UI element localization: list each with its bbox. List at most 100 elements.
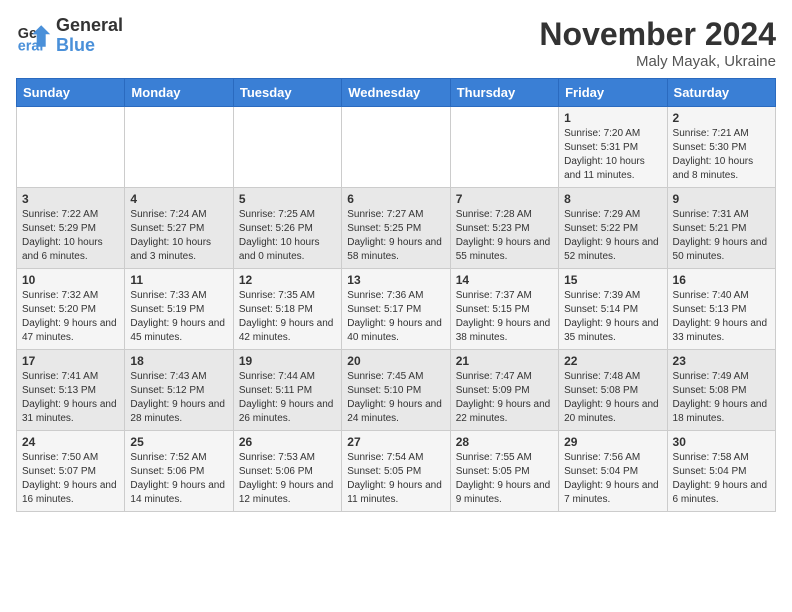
day-number: 20: [347, 354, 444, 368]
day-number: 21: [456, 354, 553, 368]
calendar-cell: 30 Sunrise: 7:58 AMSunset: 5:04 PMDayligh…: [667, 431, 775, 512]
calendar-cell: 6 Sunrise: 7:27 AMSunset: 5:25 PMDaylight…: [342, 188, 450, 269]
day-info: Sunrise: 7:35 AMSunset: 5:18 PMDaylight:…: [239, 289, 336, 345]
day-number: 27: [347, 435, 444, 449]
day-info: Sunrise: 7:41 AMSunset: 5:13 PMDaylight:…: [22, 370, 119, 426]
calendar-cell: [342, 107, 450, 188]
day-number: 2: [673, 111, 770, 125]
day-number: 22: [564, 354, 661, 368]
calendar-cell: 1 Sunrise: 7:20 AMSunset: 5:31 PMDaylight…: [559, 107, 667, 188]
day-number: 26: [239, 435, 336, 449]
month-title: November 2024: [539, 16, 776, 53]
calendar-cell: 27 Sunrise: 7:54 AMSunset: 5:05 PMDayligh…: [342, 431, 450, 512]
day-info: Sunrise: 7:56 AMSunset: 5:04 PMDaylight:…: [564, 451, 661, 507]
day-info: Sunrise: 7:22 AMSunset: 5:29 PMDaylight:…: [22, 208, 119, 264]
day-info: Sunrise: 7:20 AMSunset: 5:31 PMDaylight:…: [564, 127, 661, 183]
calendar-cell: [125, 107, 233, 188]
day-number: 9: [673, 192, 770, 206]
day-number: 13: [347, 273, 444, 287]
day-number: 19: [239, 354, 336, 368]
logo: Gen eral General Blue: [16, 16, 123, 56]
day-number: 8: [564, 192, 661, 206]
day-info: Sunrise: 7:21 AMSunset: 5:30 PMDaylight:…: [673, 127, 770, 183]
day-info: Sunrise: 7:32 AMSunset: 5:20 PMDaylight:…: [22, 289, 119, 345]
day-info: Sunrise: 7:54 AMSunset: 5:05 PMDaylight:…: [347, 451, 444, 507]
day-info: Sunrise: 7:55 AMSunset: 5:05 PMDaylight:…: [456, 451, 553, 507]
day-info: Sunrise: 7:47 AMSunset: 5:09 PMDaylight:…: [456, 370, 553, 426]
day-info: Sunrise: 7:45 AMSunset: 5:10 PMDaylight:…: [347, 370, 444, 426]
day-number: 15: [564, 273, 661, 287]
day-info: Sunrise: 7:44 AMSunset: 5:11 PMDaylight:…: [239, 370, 336, 426]
weekday-header-wednesday: Wednesday: [342, 79, 450, 107]
calendar-cell: 11 Sunrise: 7:33 AMSunset: 5:19 PMDayligh…: [125, 269, 233, 350]
calendar-cell: 29 Sunrise: 7:56 AMSunset: 5:04 PMDayligh…: [559, 431, 667, 512]
calendar-cell: 3Sunrise: 7:22 AMSunset: 5:29 PMDaylight…: [17, 188, 125, 269]
calendar-cell: 20 Sunrise: 7:45 AMSunset: 5:10 PMDayligh…: [342, 350, 450, 431]
title-block: November 2024 Maly Mayak, Ukraine: [539, 16, 776, 70]
day-info: Sunrise: 7:40 AMSunset: 5:13 PMDaylight:…: [673, 289, 770, 345]
day-number: 14: [456, 273, 553, 287]
calendar-cell: 13 Sunrise: 7:36 AMSunset: 5:17 PMDayligh…: [342, 269, 450, 350]
day-number: 5: [239, 192, 336, 206]
day-info: Sunrise: 7:39 AMSunset: 5:14 PMDaylight:…: [564, 289, 661, 345]
calendar-cell: 4 Sunrise: 7:24 AMSunset: 5:27 PMDaylight…: [125, 188, 233, 269]
calendar-cell: 22 Sunrise: 7:48 AMSunset: 5:08 PMDayligh…: [559, 350, 667, 431]
day-info: Sunrise: 7:37 AMSunset: 5:15 PMDaylight:…: [456, 289, 553, 345]
calendar-cell: 18 Sunrise: 7:43 AMSunset: 5:12 PMDayligh…: [125, 350, 233, 431]
page-header: Gen eral General Blue November 2024 Maly…: [16, 16, 776, 70]
weekday-header-tuesday: Tuesday: [233, 79, 341, 107]
day-info: Sunrise: 7:43 AMSunset: 5:12 PMDaylight:…: [130, 370, 227, 426]
logo-line2: Blue: [56, 36, 123, 56]
calendar-cell: 23 Sunrise: 7:49 AMSunset: 5:08 PMDayligh…: [667, 350, 775, 431]
day-info: Sunrise: 7:50 AMSunset: 5:07 PMDaylight:…: [22, 451, 119, 507]
calendar-cell: 25 Sunrise: 7:52 AMSunset: 5:06 PMDayligh…: [125, 431, 233, 512]
calendar-cell: 21 Sunrise: 7:47 AMSunset: 5:09 PMDayligh…: [450, 350, 558, 431]
day-info: Sunrise: 7:33 AMSunset: 5:19 PMDaylight:…: [130, 289, 227, 345]
day-number: 12: [239, 273, 336, 287]
logo-line1: General: [56, 16, 123, 36]
calendar-cell: [17, 107, 125, 188]
day-number: 29: [564, 435, 661, 449]
calendar-cell: 15 Sunrise: 7:39 AMSunset: 5:14 PMDayligh…: [559, 269, 667, 350]
day-number: 6: [347, 192, 444, 206]
calendar-cell: 26Sunrise: 7:53 AMSunset: 5:06 PMDayligh…: [233, 431, 341, 512]
calendar-cell: 17 Sunrise: 7:41 AMSunset: 5:13 PMDayligh…: [17, 350, 125, 431]
calendar-cell: 24Sunrise: 7:50 AMSunset: 5:07 PMDayligh…: [17, 431, 125, 512]
calendar-cell: 14 Sunrise: 7:37 AMSunset: 5:15 PMDayligh…: [450, 269, 558, 350]
calendar-cell: 9 Sunrise: 7:31 AMSunset: 5:21 PMDaylight…: [667, 188, 775, 269]
day-number: 25: [130, 435, 227, 449]
day-info: Sunrise: 7:31 AMSunset: 5:21 PMDaylight:…: [673, 208, 770, 264]
day-info: Sunrise: 7:49 AMSunset: 5:08 PMDaylight:…: [673, 370, 770, 426]
day-number: 1: [564, 111, 661, 125]
weekday-header-thursday: Thursday: [450, 79, 558, 107]
day-number: 17: [22, 354, 119, 368]
calendar-cell: [233, 107, 341, 188]
day-info: Sunrise: 7:52 AMSunset: 5:06 PMDaylight:…: [130, 451, 227, 507]
day-info: Sunrise: 7:36 AMSunset: 5:17 PMDaylight:…: [347, 289, 444, 345]
calendar-table: SundayMondayTuesdayWednesdayThursdayFrid…: [16, 78, 776, 512]
day-number: 16: [673, 273, 770, 287]
day-number: 11: [130, 273, 227, 287]
calendar-cell: 2 Sunrise: 7:21 AMSunset: 5:30 PMDaylight…: [667, 107, 775, 188]
day-info: Sunrise: 7:24 AMSunset: 5:27 PMDaylight:…: [130, 208, 227, 264]
day-info: Sunrise: 7:25 AMSunset: 5:26 PMDaylight:…: [239, 208, 336, 264]
day-number: 7: [456, 192, 553, 206]
day-number: 18: [130, 354, 227, 368]
day-info: Sunrise: 7:48 AMSunset: 5:08 PMDaylight:…: [564, 370, 661, 426]
calendar-cell: 12 Sunrise: 7:35 AMSunset: 5:18 PMDayligh…: [233, 269, 341, 350]
location: Maly Mayak, Ukraine: [539, 53, 776, 70]
weekday-header-sunday: Sunday: [17, 79, 125, 107]
calendar-cell: 10 Sunrise: 7:32 AMSunset: 5:20 PMDayligh…: [17, 269, 125, 350]
logo-icon: Gen eral: [16, 18, 52, 54]
calendar-cell: 16 Sunrise: 7:40 AMSunset: 5:13 PMDayligh…: [667, 269, 775, 350]
day-number: 23: [673, 354, 770, 368]
day-number: 4: [130, 192, 227, 206]
calendar-cell: 19 Sunrise: 7:44 AMSunset: 5:11 PMDayligh…: [233, 350, 341, 431]
weekday-header-friday: Friday: [559, 79, 667, 107]
day-number: 10: [22, 273, 119, 287]
calendar-cell: [450, 107, 558, 188]
day-info: Sunrise: 7:27 AMSunset: 5:25 PMDaylight:…: [347, 208, 444, 264]
day-info: Sunrise: 7:28 AMSunset: 5:23 PMDaylight:…: [456, 208, 553, 264]
day-info: Sunrise: 7:58 AMSunset: 5:04 PMDaylight:…: [673, 451, 770, 507]
day-number: 30: [673, 435, 770, 449]
